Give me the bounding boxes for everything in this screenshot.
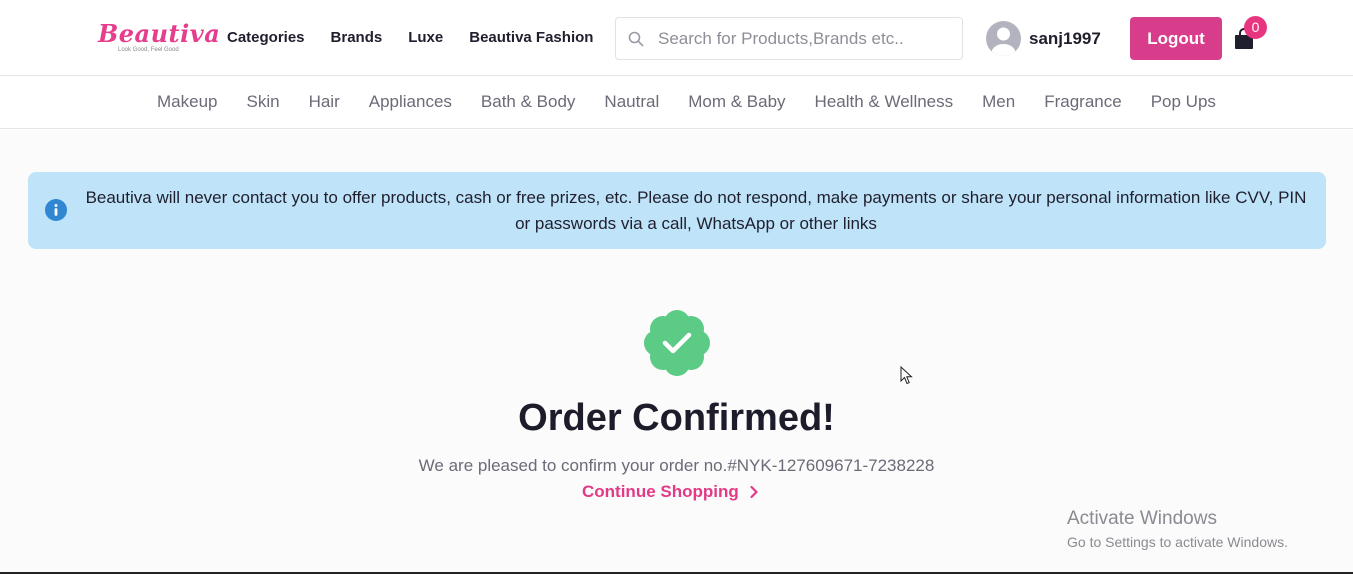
search-input[interactable] [658, 28, 948, 49]
nav-categories[interactable]: Categories [227, 28, 305, 48]
category-men[interactable]: Men [982, 92, 1015, 112]
confirmation-title: Order Confirmed! [518, 397, 835, 439]
order-confirmation-page: Beautiva will never contact you to offer… [0, 130, 1353, 574]
avatar-icon [986, 21, 1021, 56]
category-health-wellness[interactable]: Health & Wellness [815, 92, 954, 112]
category-nautral[interactable]: Nautral [604, 92, 659, 112]
user-menu[interactable]: sanj1997 [986, 21, 1101, 56]
info-icon [45, 199, 67, 221]
continue-shopping-label: Continue Shopping [582, 482, 739, 501]
search-box[interactable] [615, 17, 963, 60]
nav-brands[interactable]: Brands [331, 28, 383, 48]
category-skin[interactable]: Skin [246, 92, 279, 112]
category-hair[interactable]: Hair [309, 92, 340, 112]
watermark-title: Activate Windows [1067, 508, 1217, 529]
category-appliances[interactable]: Appliances [369, 92, 452, 112]
notice-text: Beautiva will never contact you to offer… [85, 188, 1307, 233]
order-number-message: We are pleased to confirm your order no.… [418, 456, 935, 475]
top-header: Beautiva Look Good, Feel Good Categories… [0, 0, 1353, 76]
category-makeup[interactable]: Makeup [157, 92, 217, 112]
nav-luxe[interactable]: Luxe [408, 28, 443, 48]
verified-check-icon [644, 310, 710, 376]
main-nav: Categories Brands Luxe Beautiva Fashion [227, 28, 619, 48]
username: sanj1997 [1029, 28, 1101, 48]
chevron-right-icon [750, 485, 758, 499]
category-fragrance[interactable]: Fragrance [1044, 92, 1121, 112]
category-pop-ups[interactable]: Pop Ups [1151, 92, 1216, 112]
category-bath-body[interactable]: Bath & Body [481, 92, 576, 112]
category-bar: Makeup Skin Hair Appliances Bath & Body … [0, 77, 1353, 129]
logout-button[interactable]: Logout [1130, 17, 1222, 60]
continue-shopping-link[interactable]: Continue Shopping [582, 481, 759, 503]
security-notice: Beautiva will never contact you to offer… [28, 172, 1326, 249]
cart-count-badge: 0 [1244, 16, 1267, 39]
category-mom-baby[interactable]: Mom & Baby [688, 92, 785, 112]
brand-logo[interactable]: Beautiva Look Good, Feel Good [98, 19, 221, 56]
windows-activation-watermark: Activate Windows Go to Settings to activ… [1067, 507, 1288, 552]
nav-beautiva-fashion[interactable]: Beautiva Fashion [469, 28, 593, 48]
logo-text: Beautiva [98, 19, 221, 48]
search-icon [628, 31, 644, 46]
mouse-cursor-icon [900, 366, 913, 385]
watermark-subtitle: Go to Settings to activate Windows. [1067, 534, 1288, 550]
